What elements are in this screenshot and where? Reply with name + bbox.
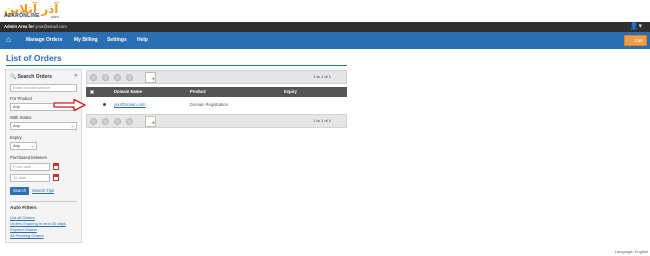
refresh-button[interactable] [90,74,97,81]
row-domain-link[interactable]: yourDomain.com [114,102,146,107]
title-divider [6,65,347,66]
action-button[interactable] [126,74,133,81]
table-row[interactable]: yourDomain.com Domain Registration [86,97,347,113]
orders-toolbar-bottom: 1 to 1 of 1 [86,114,347,128]
column-product[interactable]: Product [190,89,206,94]
action-button[interactable] [102,74,109,81]
calendar-icon[interactable] [53,174,59,181]
select-all-checkbox[interactable] [90,90,94,94]
date-to-input[interactable]: To date [10,174,50,182]
close-icon[interactable]: ✕ [74,73,78,79]
add-order-icon[interactable] [145,72,156,83]
logo[interactable]: آذر آنلاین AZARONLINE .com [4,2,70,19]
expiry-select-value: Any [13,143,20,148]
filter-link-expired[interactable]: Expired Orders [10,227,37,232]
status-select[interactable]: Any ⌄ [10,122,77,130]
action-button[interactable] [114,118,121,125]
filter-link-all-orders[interactable]: List all Orders [10,215,35,220]
page-title: List of Orders [6,53,62,63]
cart-label: Cart [634,38,643,43]
orders-table-header: Domain Name Product Expiry [86,87,347,97]
search-orders-heading: 🔍 Search Orders [10,74,52,80]
search-icon: 🔍 [10,74,17,80]
calendar-icon[interactable] [53,163,59,170]
status-select-value: Any [13,123,20,128]
auto-filters-heading: Auto Filters [10,206,37,211]
chevron-down-icon: ⌄ [30,143,34,148]
search-orders-title: Search Orders [17,74,53,80]
nav-my-billing[interactable]: My Billing [74,37,98,43]
logo-subtitle: AZARONLINE [4,13,40,19]
admin-area-text: Admin Area for your@email.com [4,24,67,29]
date-from-input[interactable]: From date [10,163,50,171]
action-button[interactable] [126,118,133,125]
row-product: Domain Registration [190,102,228,107]
orders-toolbar-top: 1 to 1 of 1 [86,70,347,84]
row-bullet-icon [103,103,106,106]
nav-settings[interactable]: Settings [107,37,127,43]
home-icon[interactable]: ⌂ [6,35,11,45]
with-status-label: With Status [10,115,32,120]
refresh-button[interactable] [90,118,97,125]
cart-icon: 🛒 [628,38,634,43]
filter-link-pending[interactable]: All Pending Orders [10,233,44,238]
pagination-info: 1 to 1 of 1 [313,118,331,123]
pagination-info: 1 to 1 of 1 [313,74,331,79]
product-select-value: Any [13,104,20,109]
user-icon[interactable]: 👤▾ [630,23,642,31]
admin-email: your@email.com [35,24,67,29]
logo-bar: آذر آنلاین AZARONLINE .com [0,0,650,22]
nav-manage-orders[interactable]: Manage Orders [26,37,62,43]
search-tips-link[interactable]: Search Tips [32,188,54,193]
expiry-select[interactable]: Any ⌄ [10,142,37,150]
chevron-down-icon: ⌄ [70,123,74,128]
purchased-between-label: Purchased between [10,155,48,160]
nav-help[interactable]: Help [137,37,148,43]
top-bar: Admin Area for your@email.com 👤▾ [0,22,650,32]
admin-area-prefix: Admin Area for [4,24,35,29]
search-button[interactable]: Search [10,187,29,195]
logo-domain: .com [50,14,59,19]
cart-button[interactable]: 🛒 Cart [624,35,647,46]
language-selector[interactable]: Language: English [615,249,648,254]
filter-link-expiring[interactable]: Orders Expiring in next 30 days [10,221,66,226]
column-domain-name[interactable]: Domain Name [114,89,142,94]
expiry-label: Expiry [10,135,22,140]
search-sidebar: 🔍 Search Orders ✕ Enter domain search Fo… [5,69,82,243]
main-navbar: ⌂ Manage Orders My Billing Settings Help… [0,32,650,49]
action-button[interactable] [102,118,109,125]
column-expiry[interactable]: Expiry [284,89,297,94]
for-product-label: For Product [10,96,32,101]
annotation-arrow-icon [53,98,86,112]
domain-search-input[interactable]: Enter domain search [10,84,77,92]
action-button[interactable] [114,74,121,81]
add-order-icon[interactable] [145,116,156,127]
sidebar-divider [10,201,77,202]
